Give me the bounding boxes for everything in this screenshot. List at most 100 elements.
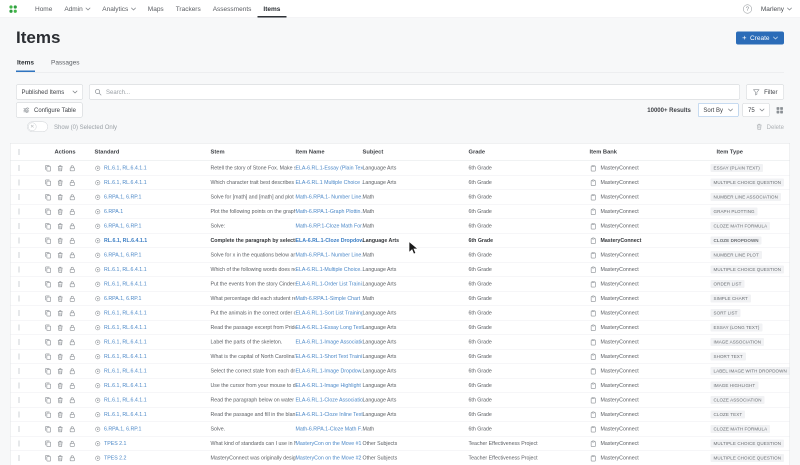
- item-name-link[interactable]: ELA-6.RL.1-Image Associatio...: [296, 339, 363, 345]
- copy-icon[interactable]: [45, 425, 53, 433]
- item-name-link[interactable]: ELA-6.RL.1-Image Dropdow...: [296, 368, 363, 374]
- copy-icon[interactable]: [45, 179, 53, 187]
- trash-icon[interactable]: [57, 179, 65, 187]
- lock-icon[interactable]: [69, 251, 77, 259]
- nav-item-assessments[interactable]: Assessments: [207, 0, 258, 18]
- item-name-link[interactable]: Math-6.RPA.1-Graph Plottin...: [296, 209, 363, 215]
- standard-link[interactable]: RL.6.1, RL.6.4.1.1: [104, 339, 147, 345]
- sort-by-select[interactable]: Sort By: [698, 103, 739, 117]
- standard-link[interactable]: 6.RPA.1: [104, 209, 123, 215]
- lock-icon[interactable]: [69, 280, 77, 288]
- trash-icon[interactable]: [57, 309, 65, 317]
- trash-icon[interactable]: [57, 164, 65, 172]
- row-checkbox[interactable]: [19, 412, 20, 418]
- copy-icon[interactable]: [45, 280, 53, 288]
- lock-icon[interactable]: [69, 411, 77, 419]
- row-checkbox[interactable]: [19, 383, 20, 389]
- grid-view-button[interactable]: [776, 106, 785, 115]
- standard-link[interactable]: RL.6.1, RL.6.4.1.1: [104, 368, 147, 374]
- row-checkbox[interactable]: [19, 223, 20, 229]
- copy-icon[interactable]: [45, 454, 53, 462]
- copy-icon[interactable]: [45, 295, 53, 303]
- standard-link[interactable]: RL.6.1, RL.6.4.1.1: [104, 238, 147, 244]
- item-name-link[interactable]: Math-6.RPA.1- Number Line...: [296, 194, 363, 200]
- lock-icon[interactable]: [69, 164, 77, 172]
- standard-link[interactable]: RL.6.1, RL.6.4.1.1: [104, 397, 147, 403]
- select-all-checkbox[interactable]: [19, 149, 20, 155]
- item-name-link[interactable]: ELA-6.RL.1-Essay Long Text ...: [296, 325, 363, 331]
- copy-icon[interactable]: [45, 396, 53, 404]
- lock-icon[interactable]: [69, 425, 77, 433]
- row-checkbox[interactable]: [19, 281, 20, 287]
- copy-icon[interactable]: [45, 266, 53, 274]
- copy-icon[interactable]: [45, 440, 53, 448]
- filter-button[interactable]: Filter: [746, 85, 784, 100]
- standard-link[interactable]: RL.6.1, RL.6.4.1.1: [104, 165, 147, 171]
- row-checkbox[interactable]: [19, 238, 20, 244]
- standard-link[interactable]: RL.6.1, RL.6.4.1.1: [104, 354, 147, 360]
- nav-item-maps[interactable]: Maps: [142, 0, 170, 18]
- delete-action[interactable]: Delete: [756, 123, 784, 131]
- item-name-link[interactable]: ELA-6.RL.1-Essay (Plain Text)...: [296, 165, 363, 171]
- item-name-link[interactable]: Math-6.RPA.1-Cloze Math F...: [296, 426, 363, 432]
- row-checkbox[interactable]: [19, 267, 20, 273]
- trash-icon[interactable]: [57, 222, 65, 230]
- item-name-link[interactable]: MasteryCon on the Move #2: [296, 455, 362, 461]
- nav-item-home[interactable]: Home: [29, 0, 58, 18]
- item-name-link[interactable]: ELA-6.RL.1-Cloze Dropdow...: [296, 238, 363, 244]
- row-checkbox[interactable]: [19, 194, 20, 200]
- standard-link[interactable]: RL.6.1, RL.6.4.1.1: [104, 281, 147, 287]
- published-filter-select[interactable]: Published Items: [16, 85, 83, 100]
- standard-link[interactable]: RL.6.1, RL.6.4.1.1: [104, 310, 147, 316]
- trash-icon[interactable]: [57, 295, 65, 303]
- row-checkbox[interactable]: [19, 397, 20, 403]
- create-button[interactable]: + Create: [736, 31, 784, 44]
- page-size-select[interactable]: 75: [743, 103, 770, 117]
- trash-icon[interactable]: [57, 353, 65, 361]
- item-name-link[interactable]: ELA-6.RL.1-Short Text Traini...: [296, 354, 363, 360]
- standard-link[interactable]: RL.6.1, RL.6.4.1.1: [104, 180, 147, 186]
- lock-icon[interactable]: [69, 324, 77, 332]
- row-checkbox[interactable]: [19, 180, 20, 186]
- copy-icon[interactable]: [45, 353, 53, 361]
- copy-icon[interactable]: [45, 338, 53, 346]
- lock-icon[interactable]: [69, 222, 77, 230]
- lock-icon[interactable]: [69, 338, 77, 346]
- copy-icon[interactable]: [45, 324, 53, 332]
- item-name-link[interactable]: Math-6.RPA.1-Simple Chart ...: [296, 296, 363, 302]
- copy-icon[interactable]: [45, 367, 53, 375]
- lock-icon[interactable]: [69, 367, 77, 375]
- trash-icon[interactable]: [57, 396, 65, 404]
- user-menu[interactable]: Marleny: [761, 5, 792, 13]
- row-checkbox[interactable]: [19, 455, 20, 461]
- standard-link[interactable]: TPES 2.1: [104, 441, 126, 447]
- copy-icon[interactable]: [45, 237, 53, 245]
- tab-items[interactable]: Items: [16, 59, 35, 73]
- lock-icon[interactable]: [69, 454, 77, 462]
- lock-icon[interactable]: [69, 179, 77, 187]
- standard-link[interactable]: 6.RPA.1, 6.RP.1: [104, 223, 141, 229]
- lock-icon[interactable]: [69, 295, 77, 303]
- row-checkbox[interactable]: [19, 354, 20, 360]
- row-checkbox[interactable]: [19, 310, 20, 316]
- item-name-link[interactable]: ELA-6.RL.1-Cloze Associatio...: [296, 397, 363, 403]
- row-checkbox[interactable]: [19, 426, 20, 432]
- configure-table-button[interactable]: Configure Table: [16, 103, 82, 118]
- trash-icon[interactable]: [57, 411, 65, 419]
- lock-icon[interactable]: [69, 353, 77, 361]
- item-name-link[interactable]: ELA-6.RL.1-Sort List Training...: [296, 310, 363, 316]
- item-name-link[interactable]: ELA-6.RL.1-Image Highlight ...: [296, 383, 363, 389]
- lock-icon[interactable]: [69, 382, 77, 390]
- standard-link[interactable]: RL.6.1, RL.6.4.1.1: [104, 325, 147, 331]
- trash-icon[interactable]: [57, 237, 65, 245]
- trash-icon[interactable]: [57, 338, 65, 346]
- lock-icon[interactable]: [69, 309, 77, 317]
- standard-link[interactable]: 6.RPA.1, 6.RP.1: [104, 252, 141, 258]
- copy-icon[interactable]: [45, 222, 53, 230]
- standard-link[interactable]: TPES 2.2: [104, 455, 126, 461]
- item-name-link[interactable]: Math-6.RPA.1- Number Line...: [296, 252, 363, 258]
- row-checkbox[interactable]: [19, 252, 20, 258]
- copy-icon[interactable]: [45, 382, 53, 390]
- masteryconnect-logo-icon[interactable]: [8, 0, 18, 18]
- lock-icon[interactable]: [69, 237, 77, 245]
